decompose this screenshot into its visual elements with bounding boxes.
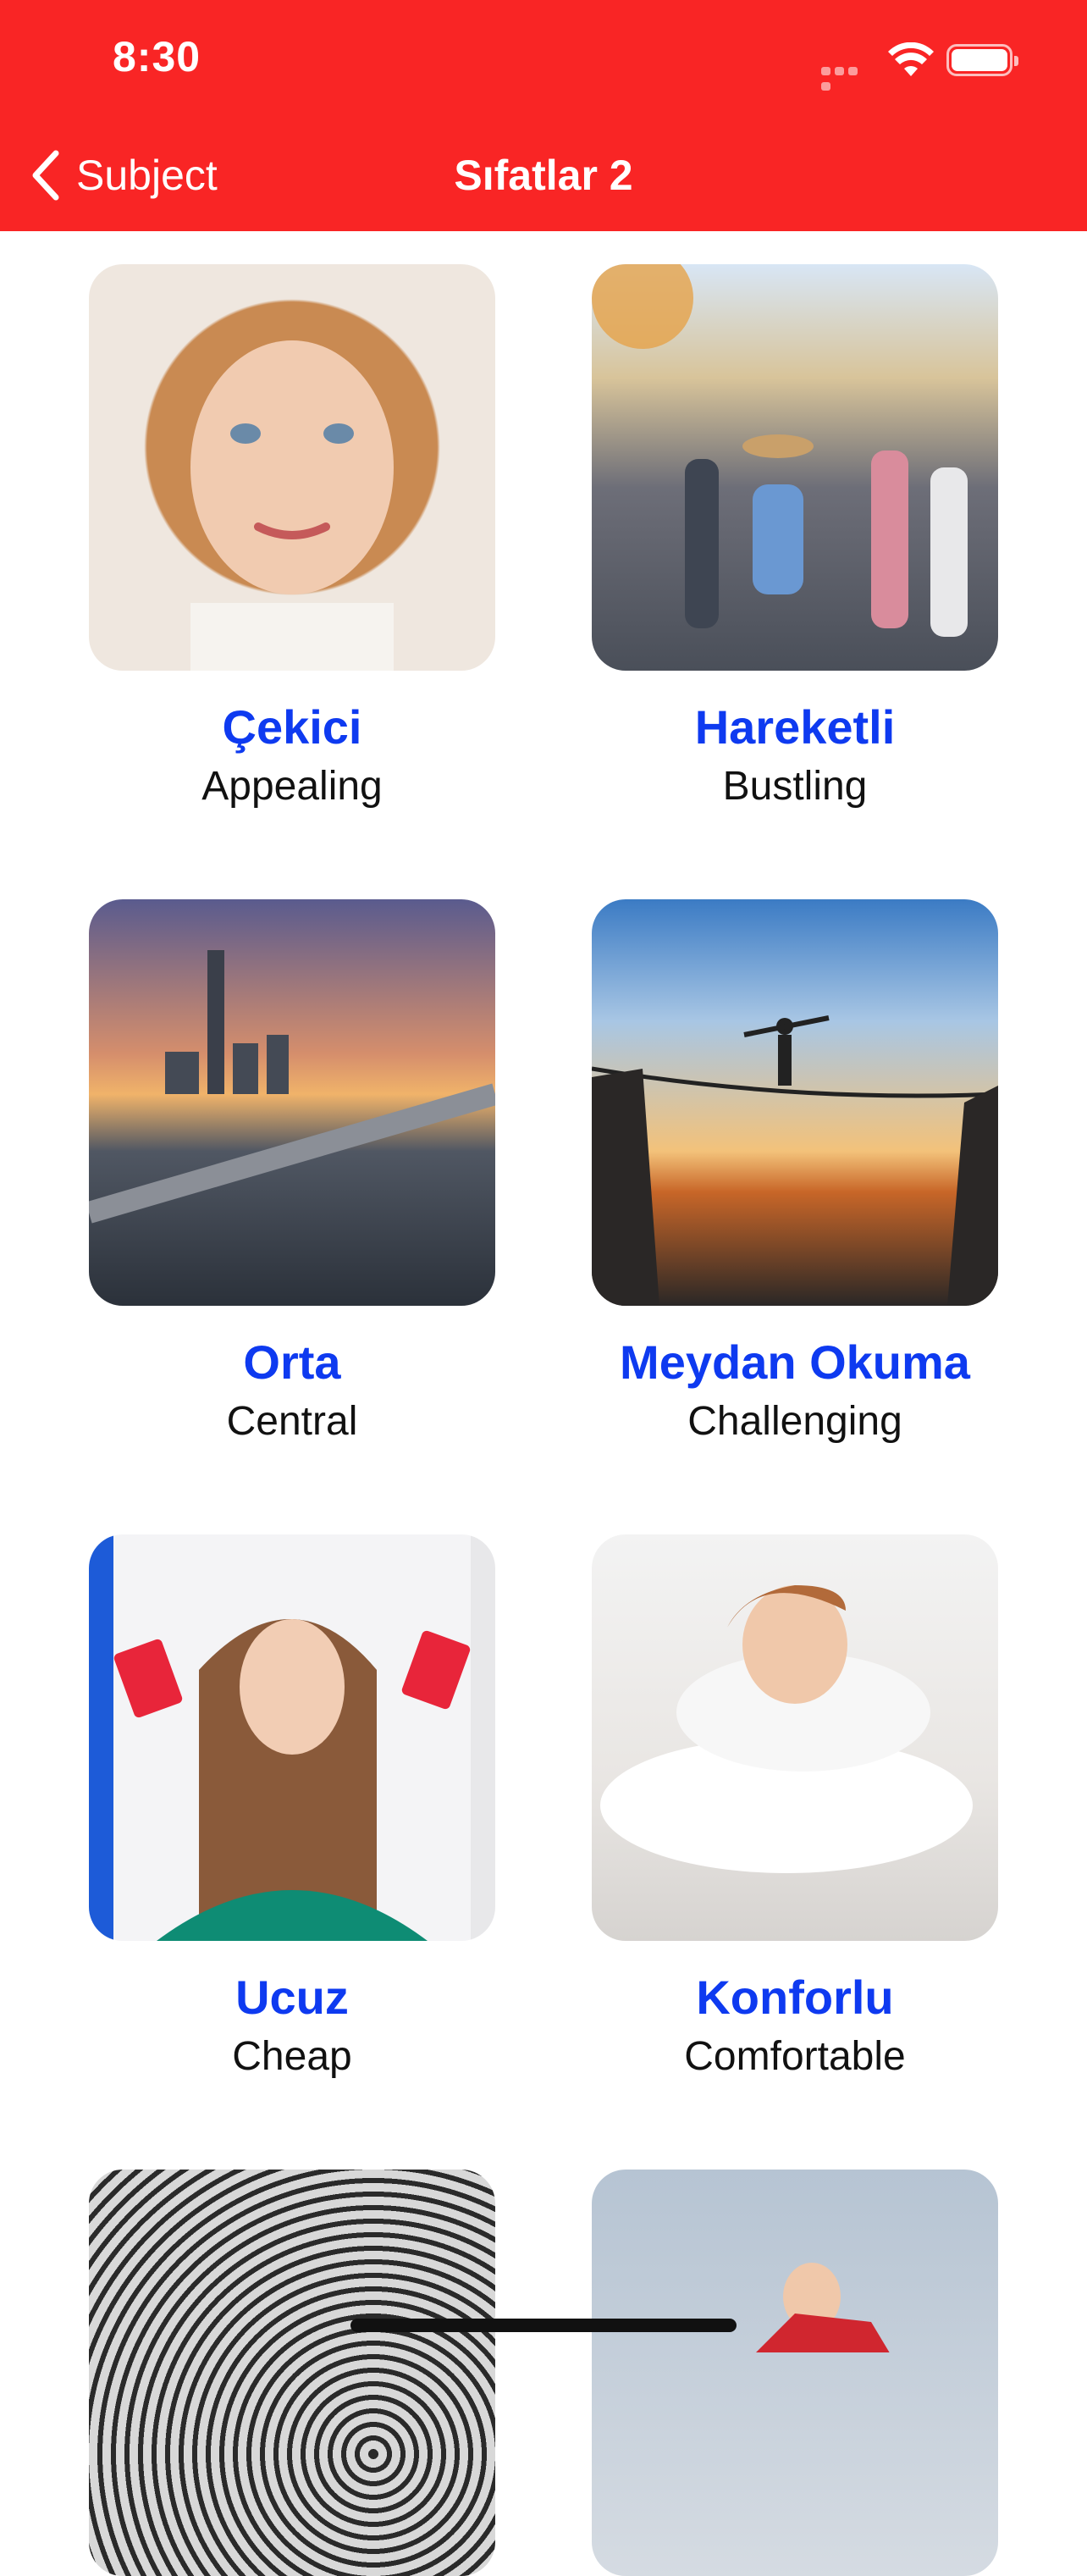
word-photo <box>89 1534 495 1941</box>
word-english: Cheap <box>232 2034 352 2079</box>
word-turkish: Meydan Okuma <box>620 1335 970 1389</box>
word-turkish: Konforlu <box>696 1971 894 2024</box>
word-card[interactable]: Orta Central <box>89 899 495 1445</box>
word-photo <box>592 264 998 671</box>
page-title: Sıfatlar 2 <box>454 152 633 199</box>
word-english: Comfortable <box>684 2034 906 2079</box>
word-card[interactable]: Hareketli Bustling <box>592 264 998 810</box>
word-photo <box>89 264 495 671</box>
word-card[interactable] <box>89 2170 495 2576</box>
battery-icon <box>946 44 1018 76</box>
home-indicator[interactable] <box>350 2319 737 2332</box>
word-turkish: Ucuz <box>235 1971 349 2024</box>
word-card[interactable] <box>592 2170 998 2576</box>
word-english: Appealing <box>201 764 383 809</box>
word-photo <box>89 899 495 1306</box>
word-english: Central <box>226 1399 358 1444</box>
word-photo <box>592 899 998 1306</box>
word-turkish: Hareketli <box>694 700 896 754</box>
word-photo <box>592 2170 998 2576</box>
status-time: 8:30 <box>113 33 201 80</box>
word-photo <box>89 2170 495 2576</box>
word-card[interactable]: Meydan Okuma Challenging <box>592 899 998 1445</box>
word-card[interactable]: Konforlu Comfortable <box>592 1534 998 2080</box>
word-english: Challenging <box>687 1399 902 1444</box>
navigation-header: 8:30 Subject Sıfatlar 2 <box>0 0 1087 231</box>
word-turkish: Çekici <box>222 700 362 754</box>
cellular-signal-icon <box>821 64 874 91</box>
wifi-icon <box>888 42 934 76</box>
word-card[interactable]: Ucuz Cheap <box>89 1534 495 2080</box>
word-turkish: Orta <box>243 1335 341 1389</box>
word-card[interactable]: Çekici Appealing <box>89 264 495 810</box>
word-english: Bustling <box>722 764 868 809</box>
word-photo <box>592 1534 998 1941</box>
